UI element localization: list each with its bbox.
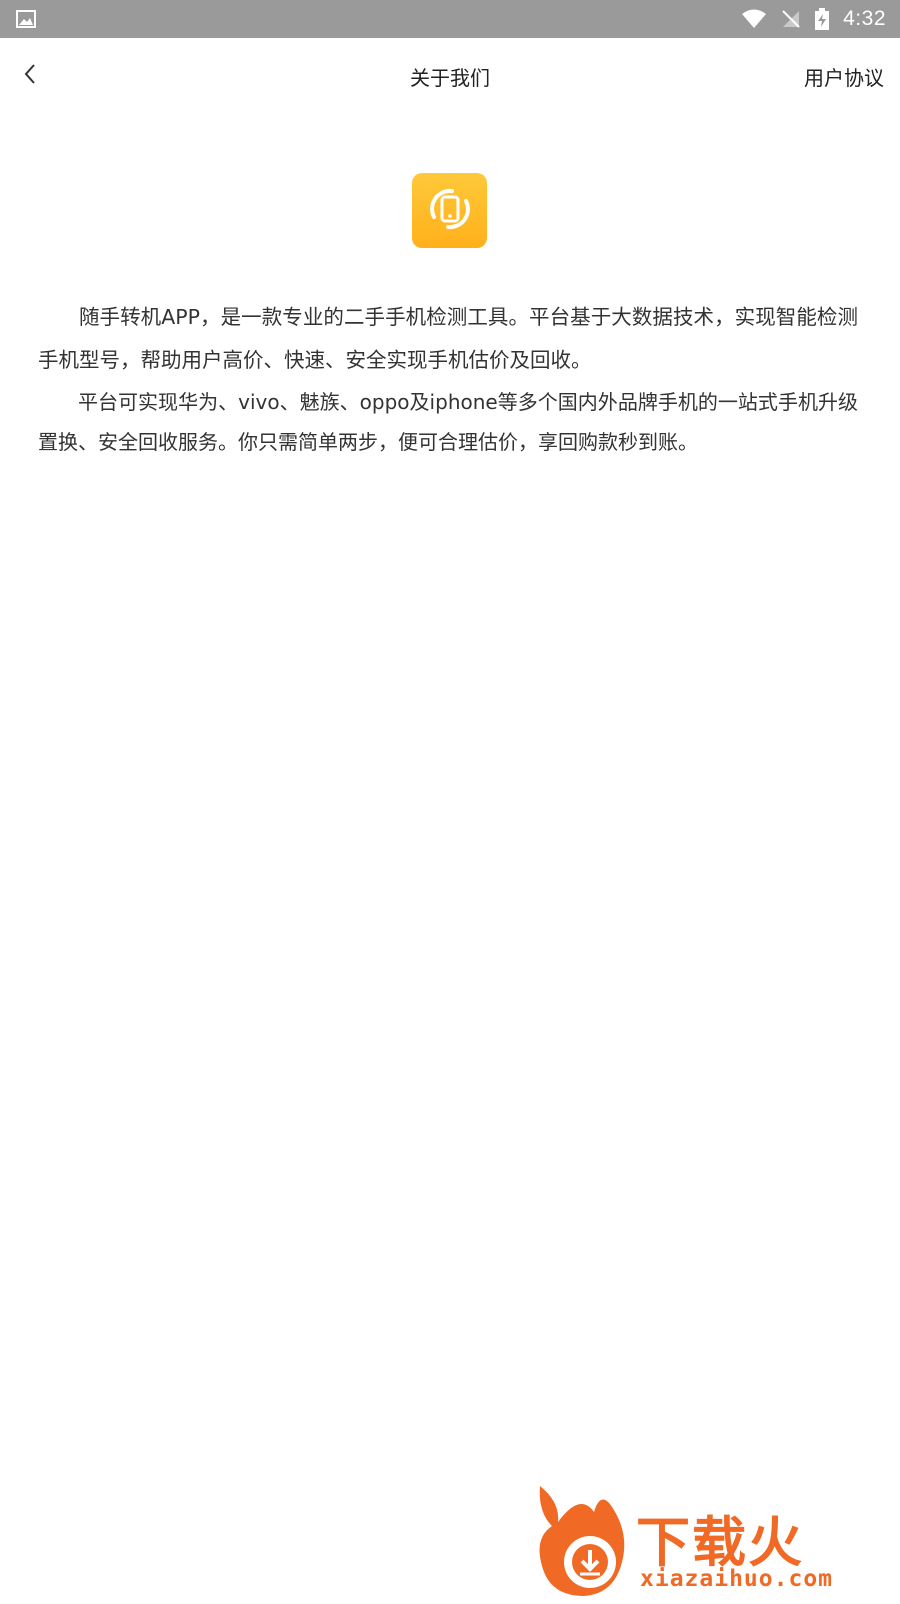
- status-time: 4:32: [843, 7, 886, 30]
- about-paragraph-2: 平台可实现华为、vivo、魅族、oppo及iphone等多个国内外品牌手机的一站…: [38, 390, 858, 454]
- watermark-url: xiazaihuo.com: [640, 1566, 834, 1592]
- about-paragraph-1: 随手转机APP，是一款专业的二手手机检测工具。平台基于大数据技术，实现智能检测手…: [38, 305, 858, 372]
- status-bar: 4:32: [0, 0, 900, 38]
- chevron-left-icon: [23, 63, 37, 89]
- back-button[interactable]: [0, 38, 60, 114]
- watermark: 下载火 xiazaihuo.com: [530, 1482, 900, 1600]
- wifi-icon: [741, 9, 767, 29]
- about-content: 随手转机APP，是一款专业的二手手机检测工具。平台基于大数据技术，实现智能检测手…: [38, 296, 858, 462]
- battery-charging-icon: [815, 8, 830, 30]
- flame-logo-icon: [530, 1482, 640, 1604]
- app-bar: 关于我们 用户协议: [0, 38, 900, 114]
- image-notification-icon: [16, 10, 36, 28]
- app-logo-phone-rotate-icon: [422, 181, 478, 241]
- no-sim-icon: [781, 9, 801, 29]
- status-left: [16, 10, 36, 28]
- page-title: 关于我们: [410, 65, 490, 90]
- app-logo: [412, 173, 487, 248]
- user-agreement-link[interactable]: 用户协议: [804, 62, 884, 91]
- status-right: 4:32: [741, 7, 886, 31]
